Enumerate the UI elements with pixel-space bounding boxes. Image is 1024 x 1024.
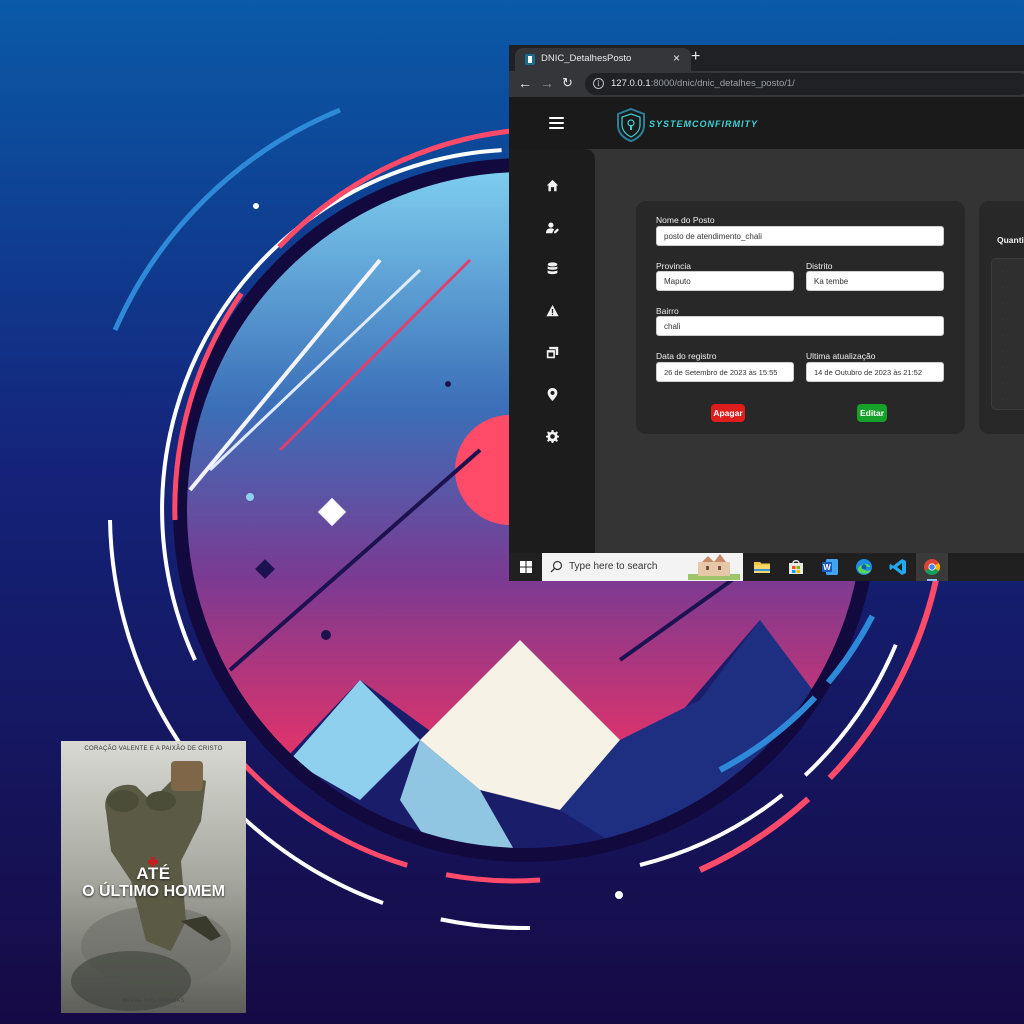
nome-label: Nome do Posto	[656, 215, 715, 225]
app-header: SYSTEMCONFIRMITY	[509, 97, 1024, 149]
poster-release-text: BREVE NOS CINEMAS	[122, 998, 185, 1004]
edge-icon[interactable]	[855, 558, 873, 576]
browser-toolbar: ← → ↻ i 127.0.0.1:8000/dnic/dnic_detalhe…	[509, 71, 1024, 97]
hamburger-menu-icon[interactable]	[549, 117, 564, 129]
chart-tick: ·	[1002, 397, 1004, 402]
nome-field[interactable]: posto de atendimento_chali	[656, 226, 944, 246]
web-page: SYSTEMCONFIRMITY Nome do Posto posto de …	[509, 97, 1024, 553]
new-tab-button[interactable]: +	[691, 48, 700, 66]
user-edit-icon[interactable]	[546, 221, 559, 234]
chart-tick: ·	[1002, 349, 1004, 354]
forward-arrow-icon[interactable]: →	[540, 75, 554, 91]
chart-card-title: Quanti	[997, 235, 1024, 245]
django-favicon-icon	[525, 54, 535, 65]
tab-close-icon[interactable]: ×	[673, 51, 680, 65]
search-placeholder: Type here to search	[569, 561, 658, 572]
apagar-button[interactable]: Apagar	[711, 404, 745, 422]
distrito-label: Distrito	[806, 261, 833, 271]
search-highlight-illustration-icon	[688, 554, 740, 580]
ultima-atualizacao-field[interactable]: 14 de Outubro de 2023 às 21:52	[806, 362, 944, 382]
poster-title-line1: ATÉ	[136, 864, 171, 883]
file-explorer-icon[interactable]	[753, 558, 771, 576]
windows-start-icon[interactable]	[520, 561, 532, 573]
taskbar-search-box[interactable]: Type here to search	[542, 553, 743, 581]
chart-tick: ·	[1002, 365, 1004, 370]
chrome-icon[interactable]	[923, 558, 941, 576]
active-app-indicator	[927, 579, 937, 581]
shield-logo-icon	[617, 107, 645, 143]
poster-tagline: CORAÇÃO VALENTE E A PAIXÃO DE CRISTO	[84, 746, 223, 752]
url-text[interactable]: 127.0.0.1:8000/dnic/dnic_detalhes_posto/…	[611, 78, 795, 89]
info-icon[interactable]: i	[593, 78, 604, 89]
home-icon[interactable]	[546, 179, 559, 192]
poster-title-line2: O ÚLTIMO HOMEM	[82, 883, 225, 900]
windows-taskbar: Type here to search W	[509, 553, 1024, 581]
sidebar	[509, 149, 595, 553]
database-icon[interactable]	[546, 262, 559, 275]
reload-icon[interactable]: ↻	[562, 75, 573, 91]
chart-tick: ·	[1002, 269, 1004, 274]
windows-icon[interactable]	[546, 346, 559, 359]
data-registro-field[interactable]: 26 de Setembro de 2023 às 15:55	[656, 362, 794, 382]
distrito-field[interactable]: Ka tembe	[806, 271, 944, 291]
data-registro-label: Data do registro	[656, 351, 717, 361]
warning-icon[interactable]	[546, 304, 559, 317]
map-pin-icon[interactable]	[546, 388, 559, 401]
back-arrow-icon[interactable]: ←	[518, 75, 532, 91]
editar-button[interactable]: Editar	[857, 404, 887, 422]
browser-window: DNIC_DetalhesPosto × + ← → ↻ i 127.0.0.1…	[509, 45, 1024, 581]
chart-tick: ·	[1002, 381, 1004, 386]
tab-title: DNIC_DetalhesPosto	[541, 53, 632, 64]
movie-poster[interactable]: CORAÇÃO VALENTE E A PAIXÃO DE CRISTO ATÉ…	[61, 741, 246, 1013]
bairro-label: Bairro	[656, 306, 679, 316]
svg-text:W: W	[823, 563, 831, 572]
chart-tick: ·	[1002, 333, 1004, 338]
quantity-chart-card: Quanti · · · · · · · · ·	[979, 201, 1024, 434]
chart-tick: ·	[1002, 285, 1004, 290]
browser-tab[interactable]: DNIC_DetalhesPosto ×	[515, 48, 691, 71]
mini-bar-chart: · · · · · · · · ·	[991, 258, 1024, 410]
posto-details-card: Nome do Posto posto de atendimento_chali…	[636, 201, 965, 434]
chart-tick: ·	[1002, 317, 1004, 322]
ultima-atualizacao-label: Ultima atualização	[806, 351, 876, 361]
vscode-icon[interactable]	[889, 558, 907, 576]
browser-tab-bar: DNIC_DetalhesPosto × +	[509, 45, 1024, 71]
search-icon	[550, 560, 563, 573]
provincia-field[interactable]: Maputo	[656, 271, 794, 291]
gear-icon[interactable]	[546, 430, 559, 443]
word-icon[interactable]: W	[821, 558, 839, 576]
bairro-field[interactable]: chali	[656, 316, 944, 336]
address-bar[interactable]: i 127.0.0.1:8000/dnic/dnic_detalhes_post…	[585, 73, 1024, 95]
microsoft-store-icon[interactable]	[787, 558, 805, 576]
provincia-label: Provincia	[656, 261, 691, 271]
brand-name: SYSTEMCONFIRMITY	[649, 119, 759, 129]
chart-tick: ·	[1002, 301, 1004, 306]
